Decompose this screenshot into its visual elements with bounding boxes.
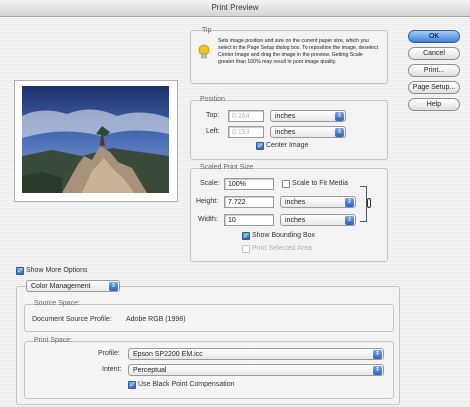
document-profile-label: Document Source Profile: bbox=[32, 316, 112, 323]
show-bounding-box-label: Show Bounding Box bbox=[252, 232, 316, 239]
help-button[interactable]: Help bbox=[408, 98, 460, 111]
profile-value: Epson SP2200 EM.icc bbox=[133, 351, 203, 358]
left-field[interactable]: 0.153 bbox=[228, 126, 264, 138]
updown-arrows-icon: ⇕ bbox=[345, 216, 354, 225]
intent-popup[interactable]: Perceptual ⇕ bbox=[128, 364, 384, 376]
chain-link-icon[interactable] bbox=[367, 198, 371, 208]
width-field[interactable]: 10 bbox=[224, 214, 274, 226]
source-space-title: Source Space: bbox=[34, 300, 80, 307]
scale-to-fit-checkbox[interactable] bbox=[282, 180, 290, 188]
proportion-bracket bbox=[360, 186, 367, 222]
lightbulb-icon bbox=[198, 44, 210, 60]
scale-to-fit-label: Scale to Fit Media bbox=[292, 180, 349, 187]
left-unit-value: inches bbox=[275, 129, 296, 136]
height-field[interactable]: 7.722 bbox=[224, 196, 274, 208]
preview-image[interactable] bbox=[22, 86, 169, 193]
cancel-button[interactable]: Cancel bbox=[408, 47, 460, 60]
ok-button[interactable]: OK bbox=[408, 30, 460, 43]
print-selected-area-label: Print Selected Area bbox=[252, 245, 312, 252]
width-unit-popup[interactable]: inches ⇕ bbox=[280, 214, 356, 226]
print-selected-area-checkbox[interactable] bbox=[242, 245, 250, 253]
show-more-options-label: Show More Options bbox=[26, 267, 88, 274]
height-unit-value: inches bbox=[285, 199, 306, 206]
print-button[interactable]: Print... bbox=[408, 64, 460, 77]
left-label: Left: bbox=[206, 128, 220, 135]
left-unit-popup[interactable]: inches ⇕ bbox=[270, 126, 346, 138]
width-label: Width: bbox=[198, 216, 218, 223]
top-field[interactable]: 0.264 bbox=[228, 110, 264, 122]
height-unit-popup[interactable]: inches ⇕ bbox=[280, 196, 356, 208]
show-more-options-checkbox[interactable]: ✓ bbox=[16, 267, 24, 275]
top-unit-value: inches bbox=[275, 113, 296, 120]
show-bounding-box-checkbox[interactable]: ✓ bbox=[242, 232, 250, 240]
print-space-title: Print Space: bbox=[34, 337, 73, 344]
checkmark-icon: ✓ bbox=[243, 233, 249, 240]
updown-arrows-icon: ⇕ bbox=[373, 366, 382, 375]
tip-text: Sets image position and size on the curr… bbox=[218, 38, 378, 65]
updown-arrows-icon: ⇕ bbox=[335, 112, 344, 121]
width-unit-value: inches bbox=[285, 217, 306, 224]
profile-popup[interactable]: Epson SP2200 EM.icc ⇕ bbox=[128, 348, 384, 360]
intent-label: Intent: bbox=[102, 366, 122, 373]
black-point-compensation-label: Use Black Point Compensation bbox=[138, 381, 235, 388]
position-title: Position bbox=[200, 96, 225, 103]
checkmark-icon: ✓ bbox=[129, 382, 135, 389]
updown-arrows-icon: ⇕ bbox=[373, 350, 382, 359]
updown-arrows-icon: ⇕ bbox=[335, 128, 344, 137]
height-label: Height: bbox=[196, 198, 219, 205]
center-image-checkbox[interactable]: ✓ bbox=[256, 142, 264, 150]
scaled-size-title: Scaled Print Size bbox=[200, 164, 254, 171]
tip-title: Tip bbox=[202, 27, 212, 34]
document-profile-value: Adobe RGB (1998) bbox=[126, 316, 186, 323]
top-label: Top: bbox=[206, 112, 220, 119]
intent-value: Perceptual bbox=[133, 367, 167, 374]
center-image-label: Center Image bbox=[266, 142, 309, 149]
black-point-compensation-checkbox[interactable]: ✓ bbox=[128, 381, 136, 389]
top-unit-popup[interactable]: inches ⇕ bbox=[270, 110, 346, 122]
checkmark-icon: ✓ bbox=[257, 143, 263, 150]
window-title: Print Preview bbox=[211, 3, 259, 12]
window-title-bar: Print Preview bbox=[0, 0, 470, 17]
color-management-popup[interactable]: Color Management ⇕ bbox=[26, 280, 120, 292]
profile-label: Profile: bbox=[98, 350, 120, 357]
updown-arrows-icon: ⇕ bbox=[345, 198, 354, 207]
scale-label: Scale: bbox=[200, 180, 220, 187]
scale-field[interactable]: 100% bbox=[224, 178, 274, 190]
color-management-value: Color Management bbox=[31, 283, 91, 290]
checkmark-icon: ✓ bbox=[17, 268, 23, 275]
updown-arrows-icon: ⇕ bbox=[109, 282, 118, 291]
page-setup-button[interactable]: Page Setup... bbox=[408, 81, 460, 94]
